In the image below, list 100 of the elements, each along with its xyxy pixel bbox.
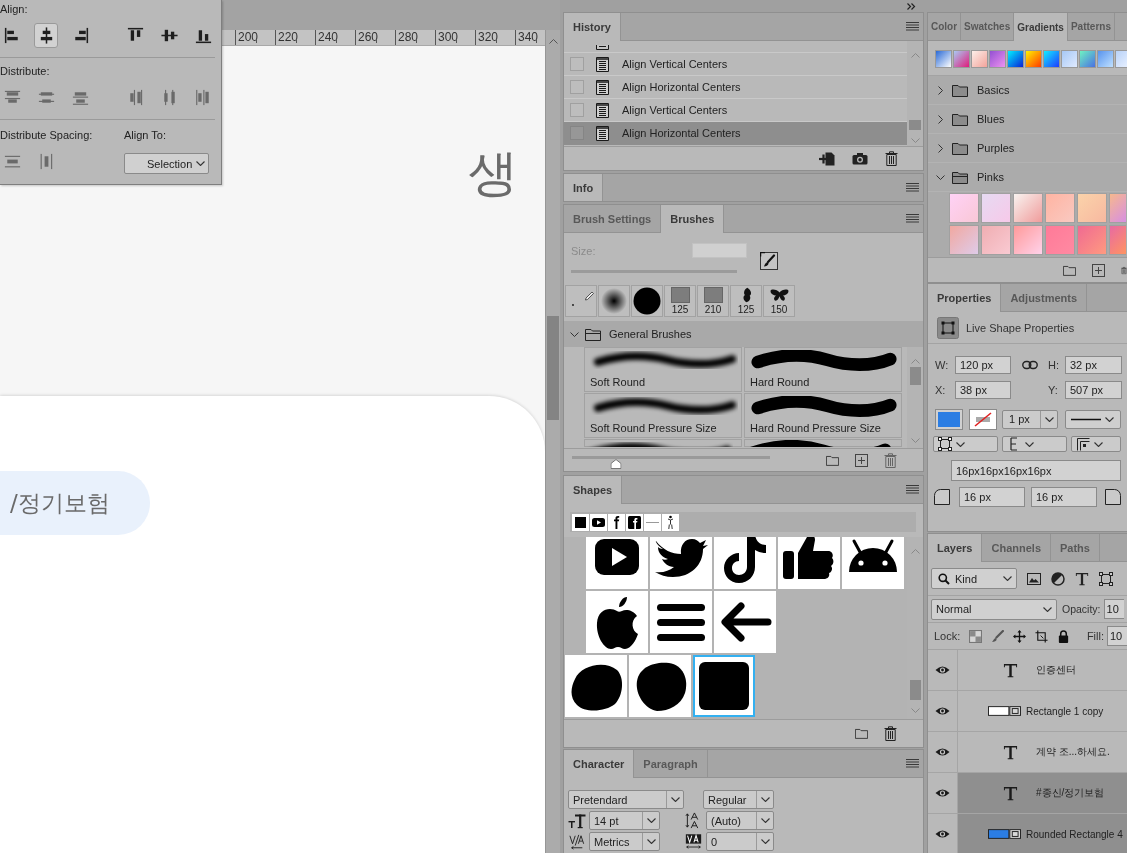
letter-f-icon[interactable] bbox=[608, 514, 625, 531]
chevron-right-icon[interactable] bbox=[936, 143, 945, 153]
letter-f-square-icon[interactable] bbox=[626, 514, 643, 531]
music-note-icon[interactable] bbox=[714, 537, 776, 589]
gradient-swatch[interactable] bbox=[1043, 50, 1060, 68]
gradient-swatch[interactable] bbox=[1109, 225, 1126, 255]
eye-icon[interactable] bbox=[935, 665, 950, 675]
panel-tab[interactable]: Info bbox=[564, 174, 604, 201]
gradient-folder[interactable]: Pinks bbox=[928, 163, 1127, 192]
history-state[interactable]: Align Horizontal Centers bbox=[564, 76, 907, 99]
folder-icon[interactable] bbox=[855, 726, 868, 741]
gradient-swatch[interactable] bbox=[949, 193, 979, 223]
gradient-swatch[interactable] bbox=[1013, 193, 1043, 223]
brush-preset-tile[interactable]: 150 bbox=[763, 285, 795, 317]
adjustment-filter-icon[interactable] bbox=[1051, 571, 1065, 586]
chevron-down-icon[interactable] bbox=[570, 329, 579, 339]
tracking-dropdown[interactable]: 0 bbox=[706, 832, 774, 851]
gradient-swatch[interactable] bbox=[949, 225, 979, 255]
add-icon[interactable] bbox=[1092, 262, 1105, 278]
checkerboard-icon[interactable] bbox=[969, 629, 983, 643]
layer-filter-dropdown[interactable]: Kind bbox=[931, 568, 1017, 589]
stroke-align-dropdown[interactable] bbox=[933, 436, 998, 452]
gradient-swatch[interactable] bbox=[1077, 225, 1107, 255]
apple-icon[interactable] bbox=[586, 591, 648, 653]
no-stroke-icon[interactable] bbox=[969, 408, 997, 430]
brush-preset[interactable]: Soft Round Pressure Size bbox=[584, 393, 742, 438]
panel-tab[interactable]: Character bbox=[564, 750, 635, 778]
corner-radius-field[interactable]: 16px16px16px16px bbox=[951, 460, 1121, 481]
trash-icon[interactable] bbox=[885, 151, 898, 166]
new-document-icon[interactable] bbox=[819, 151, 835, 166]
gradient-folder[interactable]: Purples bbox=[928, 134, 1127, 163]
blob-icon[interactable] bbox=[565, 655, 627, 717]
gradient-swatch[interactable] bbox=[1115, 50, 1127, 68]
panel-menu-icon[interactable] bbox=[906, 485, 919, 494]
gradient-swatch[interactable] bbox=[1077, 193, 1107, 223]
blob-icon[interactable] bbox=[629, 655, 691, 717]
add-icon[interactable] bbox=[855, 452, 868, 468]
stroke-type-dropdown[interactable] bbox=[1065, 409, 1121, 429]
stroke-cap-dropdown[interactable] bbox=[1002, 436, 1067, 452]
image-filter-icon[interactable] bbox=[1027, 571, 1041, 586]
gradient-swatch[interactable] bbox=[1007, 50, 1024, 68]
dimension-field[interactable]: 507 px bbox=[1065, 380, 1122, 399]
stroke-corner-dropdown[interactable] bbox=[1071, 436, 1121, 452]
brush-preset-tile[interactable]: 125 bbox=[664, 285, 696, 317]
shape-filter-icon[interactable] bbox=[1099, 571, 1113, 586]
dimension-field[interactable]: 32 px bbox=[1065, 355, 1122, 374]
panel-tab[interactable]: Layers bbox=[928, 534, 983, 562]
slider-thumb[interactable] bbox=[610, 459, 622, 469]
gradient-swatch[interactable] bbox=[1109, 193, 1126, 223]
leading-dropdown[interactable]: (Auto) bbox=[706, 811, 774, 830]
gradient-swatch[interactable] bbox=[1025, 50, 1042, 68]
gradient-swatch[interactable] bbox=[989, 50, 1006, 68]
align-to-dropdown[interactable]: Selection bbox=[124, 153, 209, 174]
layer-row[interactable]: #종신/정기보험 bbox=[958, 773, 1127, 813]
robot-head-icon[interactable] bbox=[842, 537, 904, 589]
brush-preset-tile[interactable] bbox=[598, 285, 630, 317]
stroke-width-dropdown[interactable]: 1 px bbox=[1002, 409, 1058, 429]
brush-preset-tile[interactable]: 210 bbox=[697, 285, 729, 317]
panel-menu-icon[interactable] bbox=[906, 214, 919, 223]
scrollbar-thumb[interactable] bbox=[909, 680, 921, 700]
snapshot-checkbox[interactable] bbox=[570, 80, 584, 94]
layer-row[interactable]: Rounded Rectangle 4 bbox=[958, 814, 1127, 853]
font-family-dropdown[interactable]: Pretendard bbox=[568, 790, 684, 809]
dimension-field[interactable]: 120 px bbox=[955, 355, 1011, 374]
gradient-swatch[interactable] bbox=[1045, 225, 1075, 255]
list-scrollbar[interactable] bbox=[907, 347, 923, 448]
eye-icon[interactable] bbox=[935, 788, 950, 798]
brush-preset[interactable]: Soft Round bbox=[584, 347, 742, 392]
brush-preset[interactable]: Hard Round bbox=[744, 347, 902, 392]
panel-tab[interactable]: Gradients bbox=[1014, 13, 1068, 41]
brush-icon[interactable] bbox=[760, 252, 778, 270]
play-button-icon[interactable] bbox=[590, 514, 607, 531]
crop-icon[interactable] bbox=[1035, 629, 1049, 643]
brush-preset[interactable]: Hard Round Pressure Size bbox=[744, 393, 902, 438]
dimension-field[interactable]: 38 px bbox=[955, 380, 1011, 399]
gradient-swatch[interactable] bbox=[981, 225, 1011, 255]
eye-icon[interactable] bbox=[935, 829, 950, 839]
rounded-square-icon[interactable] bbox=[693, 655, 755, 717]
collapse-panels-icon[interactable] bbox=[907, 2, 916, 10]
chevron-right-icon[interactable] bbox=[936, 85, 945, 95]
standing-figure-icon[interactable] bbox=[662, 514, 679, 531]
kerning-dropdown[interactable]: Metrics bbox=[589, 832, 660, 851]
gradient-folder[interactable]: Blues bbox=[928, 105, 1127, 134]
panel-tab[interactable]: Properties bbox=[928, 284, 1002, 312]
font-style-dropdown[interactable]: Regular bbox=[703, 790, 774, 809]
panel-tab[interactable]: Brushes bbox=[661, 205, 725, 233]
chevron-down-icon[interactable] bbox=[936, 172, 945, 182]
brush-group-header[interactable]: General Brushes bbox=[564, 321, 923, 347]
layer-row[interactable]: 계약 조...하세요. bbox=[958, 732, 1127, 772]
scrollbar-thumb[interactable] bbox=[909, 367, 921, 385]
bird-icon[interactable] bbox=[650, 537, 712, 589]
type-filter-icon[interactable] bbox=[1075, 571, 1089, 586]
corner-radius-field[interactable]: 16 px bbox=[1031, 487, 1097, 507]
eye-icon[interactable] bbox=[935, 706, 950, 716]
play-button-icon[interactable] bbox=[586, 537, 648, 589]
trash-icon[interactable] bbox=[884, 726, 897, 741]
arrow-left-icon[interactable] bbox=[714, 591, 776, 653]
gradient-swatch[interactable] bbox=[1079, 50, 1096, 68]
camera-icon[interactable] bbox=[852, 151, 868, 166]
corner-radius-field[interactable]: 16 px bbox=[959, 487, 1025, 507]
